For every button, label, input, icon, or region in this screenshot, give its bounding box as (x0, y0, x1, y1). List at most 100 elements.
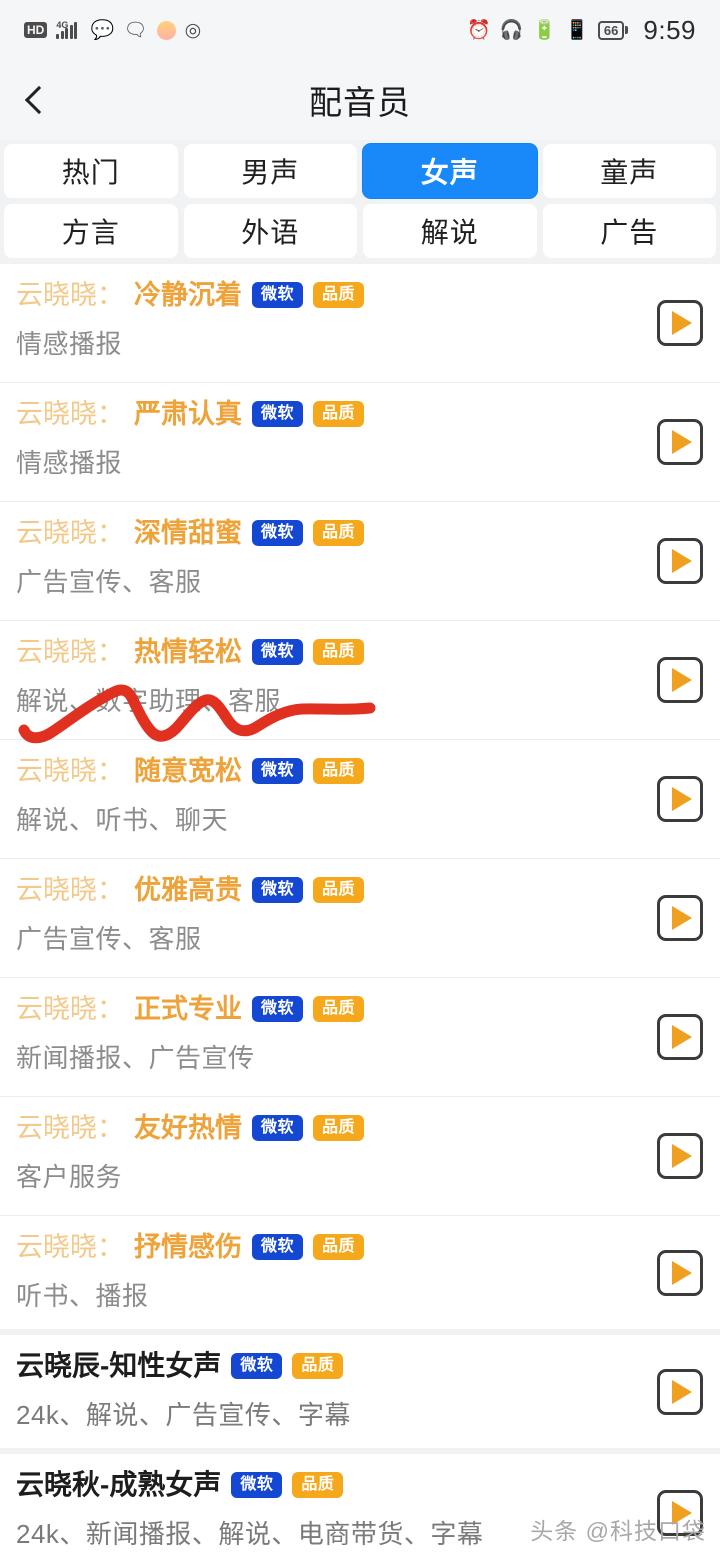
battery-indicator: 66 (597, 20, 629, 40)
voice-style-name: 友好热情 (134, 1113, 242, 1143)
badge-quality: 品质 (292, 1353, 344, 1379)
voice-name: 云晓秋-成熟女声 (16, 1469, 222, 1500)
play-button[interactable] (657, 300, 703, 346)
status-bar-left: HD 4G 💬 🗨 ◎ (24, 19, 202, 41)
badge-quality: 品质 (313, 401, 365, 427)
voice-tags: 广告宣传、客服 (16, 924, 202, 954)
tab-label: 童声 (600, 157, 659, 188)
play-button[interactable] (657, 1249, 703, 1296)
voice-title: 云晓晓： 友好热情 微软 品质 (16, 1111, 700, 1145)
badge-microsoft: 微软 (231, 1472, 283, 1498)
badge-quality: 品质 (313, 282, 365, 308)
voice-title: 云晓晓： 优雅高贵 微软 品质 (16, 873, 700, 907)
tab-label: 解说 (420, 217, 479, 248)
badge-microsoft: 微软 (252, 1234, 304, 1260)
tab-label: 方言 (61, 217, 120, 248)
badge-microsoft: 微软 (252, 1115, 304, 1141)
badge-quality: 品质 (313, 1115, 365, 1141)
list-item[interactable]: 云晓晓： 随意宽松 微软 品质 解说、听书、聊天 (0, 740, 720, 859)
play-button[interactable] (657, 776, 703, 822)
badge-microsoft: 微软 (252, 758, 304, 784)
watermark: 头条 @科技口袋 (530, 1518, 706, 1544)
voice-speaker-prefix: 云晓晓： (16, 637, 124, 667)
badge-microsoft: 微软 (252, 401, 304, 427)
voice-title: 云晓晓： 严肃认真 微软 品质 (16, 397, 700, 431)
play-button[interactable] (657, 1133, 703, 1179)
play-button[interactable] (657, 895, 703, 941)
voice-title: 云晓晓： 抒情感伤 微软 品质 (16, 1230, 700, 1264)
voice-style-name: 随意宽松 (134, 756, 242, 786)
voice-title: 云晓晓： 冷静沉着 微软 品质 (16, 278, 700, 312)
badge-quality: 品质 (313, 758, 365, 784)
voice-title: 云晓晓： 正式专业 微软 品质 (16, 992, 700, 1026)
voice-speaker-prefix: 云晓晓： (16, 1232, 124, 1262)
play-icon (672, 311, 692, 335)
badge-microsoft: 微软 (252, 996, 304, 1022)
category-tabs: 热门 男声 女声 童声方言 外语 解说 广告 (0, 140, 720, 264)
voice-tags: 情感播报 (16, 329, 123, 359)
tab-label: 热门 (61, 157, 120, 188)
badge-quality: 品质 (313, 1234, 365, 1260)
voice-speaker-prefix: 云晓晓： (16, 994, 124, 1024)
voice-style-name: 抒情感伤 (134, 1232, 242, 1262)
voice-style-name: 深情甜蜜 (134, 518, 242, 548)
list-item[interactable]: 云晓晓： 优雅高贵 微软 品质广告宣传、客服 (0, 859, 720, 978)
tab-label: 女声 (420, 157, 479, 188)
voice-title: 云晓辰-知性女声 微软 品质 (16, 1349, 700, 1383)
voice-title: 云晓晓： 热情轻松 微软 品质 (16, 635, 700, 669)
play-icon (672, 1379, 692, 1404)
list-item[interactable]: 云晓晓： 正式专业 微软 品质 新闻播报、广告宣传 (0, 978, 720, 1097)
list-item[interactable]: 云晓晓： 友好热情 微软 品质 客户服务 (0, 1097, 720, 1216)
tab-1[interactable]: 男声 (183, 144, 357, 198)
hd-icon: HD (24, 22, 48, 38)
play-button[interactable] (657, 419, 703, 465)
page-title: 配音员 (309, 84, 411, 121)
voice-title: 云晓秋-成熟女声 微软 品质 (16, 1468, 700, 1502)
signal-4g-icon: 4G (56, 20, 82, 39)
voice-tags: 广告宣传、客服 (16, 567, 202, 597)
voice-tags: 解说、数字助理、客服 (16, 686, 282, 716)
tab-4[interactable]: 方言 (4, 204, 178, 258)
badge-microsoft: 微软 (252, 639, 304, 665)
badge-quality: 品质 (292, 1472, 344, 1498)
tab-label: 男声 (241, 157, 300, 188)
play-button[interactable] (657, 1014, 703, 1060)
badge-microsoft: 微软 (252, 520, 304, 546)
tab-0[interactable]: 热门 (4, 144, 178, 198)
play-icon (672, 430, 692, 454)
tab-2[interactable]: 女声 (363, 144, 537, 198)
tab-5[interactable]: 外语 (183, 204, 357, 258)
voice-title: 云晓晓： 深情甜蜜 微软 品质 (16, 516, 700, 550)
play-icon (672, 906, 692, 930)
play-button[interactable] (657, 1368, 703, 1415)
list-item[interactable]: 云晓晓： 热情轻松 微软 品质解说、数字助理、客服 (0, 621, 720, 740)
list-item[interactable]: 云晓晓： 深情甜蜜 微软 品质广告宣传、客服 (0, 502, 720, 621)
play-icon (672, 787, 692, 811)
voice-list: 云晓晓： 冷静沉着 微软 品质 情感播报 云晓晓： 严肃认真 微软 品质 情感播报 云晓晓： 深情甜蜜… (0, 264, 720, 1560)
status-bar-clock: 9:59 (643, 14, 696, 45)
badge-microsoft: 微软 (252, 282, 304, 308)
tab-7[interactable]: 广告 (542, 204, 716, 258)
title-bar: 配音员 (0, 60, 720, 140)
tab-label: 外语 (241, 217, 300, 248)
play-button[interactable] (657, 538, 703, 584)
alarm-icon: ⏰ (467, 19, 491, 41)
badge-quality: 品质 (313, 520, 365, 546)
list-item[interactable]: 云晓晓： 抒情感伤 微软 品质 听书、播报 (0, 1216, 720, 1335)
play-button[interactable] (657, 657, 703, 703)
back-button[interactable] (0, 60, 72, 140)
status-bar-right: ⏰ 🎧 🔋 📱 66 9:59 (467, 15, 696, 46)
list-item[interactable]: 云晓晓： 冷静沉着 微软 品质情感播报 (0, 264, 720, 383)
list-item[interactable]: 云晓辰-知性女声 微软 品质 24k、解说、广告宣传、字幕 (0, 1335, 720, 1454)
badge-microsoft: 微软 (231, 1353, 283, 1379)
palm-icon: ◎ (184, 19, 202, 41)
play-icon (672, 549, 692, 573)
voice-speaker-prefix: 云晓晓： (16, 875, 124, 905)
battery-level: 66 (597, 20, 625, 40)
tab-6[interactable]: 解说 (363, 204, 537, 258)
list-item[interactable]: 云晓晓： 严肃认真 微软 品质 情感播报 (0, 383, 720, 502)
play-icon (672, 1144, 692, 1168)
app-screen: HD 4G 💬 🗨 ◎ ⏰ 🎧 🔋 📱 66 9:59 配音员 热门 男声 女声… (0, 0, 720, 1560)
tab-3[interactable]: 童声 (542, 144, 716, 198)
voice-speaker-prefix: 云晓晓： (16, 1113, 124, 1143)
